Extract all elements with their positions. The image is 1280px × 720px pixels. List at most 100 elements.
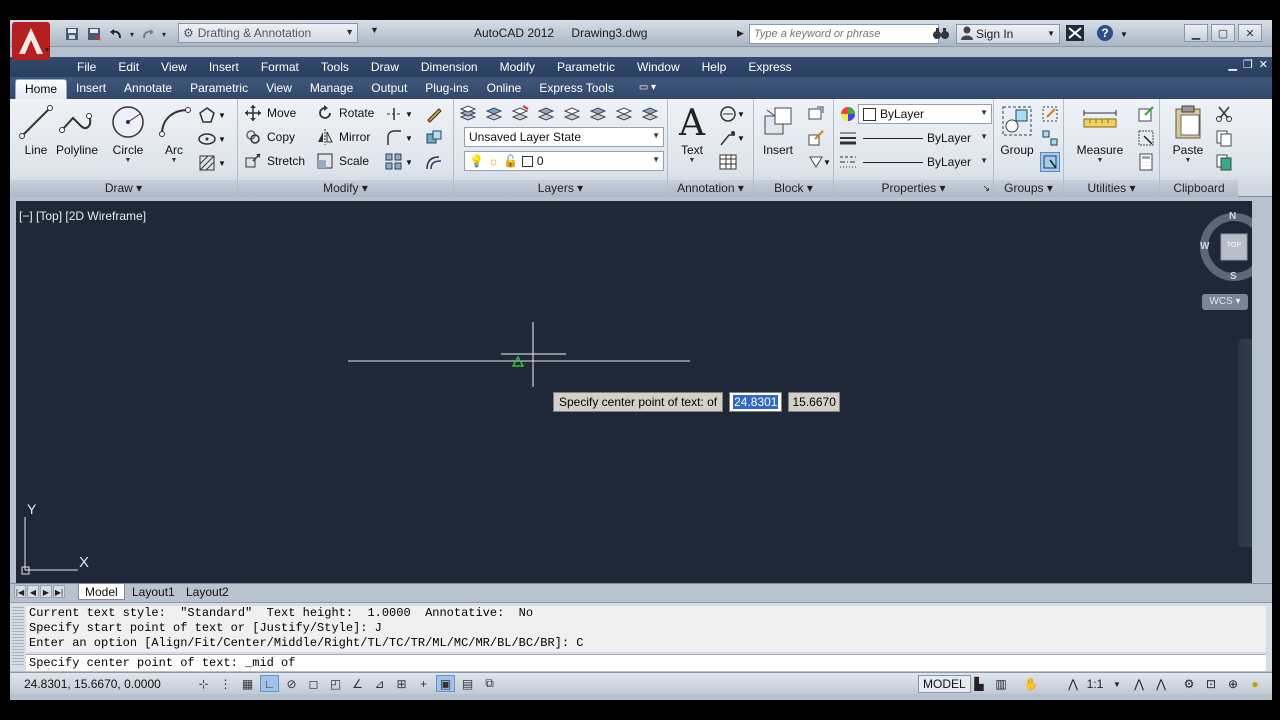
panel-launcher-icon[interactable]: ↘ [982, 180, 990, 197]
menu-insert[interactable]: Insert [198, 59, 250, 75]
layer-isolate-icon[interactable] [588, 104, 608, 124]
search-expand-icon[interactable]: ▶ [737, 28, 749, 39]
tab-layout2[interactable]: Layout2 [180, 584, 235, 600]
chevron-down-icon[interactable]: ▼ [404, 152, 414, 172]
calculator-icon[interactable] [1136, 152, 1156, 172]
navigation-bar[interactable] [1238, 339, 1252, 547]
tab-manage[interactable]: Manage [301, 79, 362, 99]
move-button[interactable]: Move [244, 102, 296, 124]
rotate-button[interactable]: Rotate [316, 102, 374, 124]
tab-insert[interactable]: Insert [67, 79, 115, 99]
explode-icon[interactable] [424, 128, 444, 148]
next-layout-icon[interactable]: ▶ [40, 585, 52, 598]
grid-display-icon[interactable]: ▦ [238, 675, 257, 692]
command-input[interactable]: Specify center point of text: _mid of [26, 654, 1266, 671]
chevron-down-icon[interactable]: ▼ [217, 129, 227, 149]
menu-draw[interactable]: Draw [360, 59, 410, 75]
scale-button[interactable]: Scale [316, 150, 369, 172]
dynamic-input-icon[interactable]: ⊞ [392, 675, 411, 692]
lineweight-icon[interactable] [838, 128, 858, 148]
object-snap-icon[interactable]: ◻ [304, 675, 323, 692]
tab-output[interactable]: Output [362, 79, 416, 99]
y-coordinate-field[interactable]: 15.6670 [788, 392, 840, 412]
mirror-button[interactable]: Mirror [316, 126, 370, 148]
quick-view-drawings-icon[interactable]: ▥ [992, 675, 1010, 693]
layer-state-select[interactable]: Unsaved Layer State ▼ [464, 127, 664, 147]
layer-unisolate-icon[interactable] [640, 104, 660, 124]
selection-cycling-icon[interactable]: ⧉ [480, 675, 499, 692]
layer-off-icon[interactable] [614, 104, 634, 124]
block-panel-title[interactable]: Block ▾ [754, 180, 833, 197]
toolbar-lock-icon[interactable]: ⊡ [1202, 675, 1220, 693]
menu-tools[interactable]: Tools [310, 59, 360, 75]
polyline-button[interactable]: Polyline [52, 103, 102, 157]
lineweight-select[interactable]: ByLayer ▼ [858, 128, 992, 148]
menu-edit[interactable]: Edit [107, 59, 150, 75]
lineweight-toggle-icon[interactable]: + [414, 675, 433, 692]
chevron-down-icon[interactable]: ▼ [822, 152, 832, 172]
compass-west[interactable]: W [1200, 241, 1209, 252]
erase-icon[interactable] [424, 104, 444, 124]
group-edit-icon[interactable] [1040, 128, 1060, 148]
menu-express[interactable]: Express [737, 59, 802, 75]
undo-icon[interactable] [106, 25, 126, 43]
select-all-icon[interactable] [1136, 128, 1156, 148]
chevron-down-icon[interactable]: ▼ [217, 105, 227, 125]
properties-panel-title[interactable]: Properties ▾ ↘ [834, 180, 993, 197]
menu-help[interactable]: Help [691, 59, 738, 75]
fillet-icon[interactable] [384, 128, 404, 148]
trim-icon[interactable] [384, 104, 404, 124]
layer-previous-icon[interactable] [562, 104, 582, 124]
pan-icon[interactable]: ✋ [1022, 675, 1040, 693]
tab-annotate[interactable]: Annotate [115, 79, 181, 99]
layer-state-icon[interactable] [484, 104, 504, 124]
cut-icon[interactable] [1214, 104, 1234, 124]
3d-object-snap-icon[interactable]: ◰ [326, 675, 345, 692]
paste-button[interactable]: Paste ▼ [1164, 103, 1212, 164]
transparency-icon[interactable]: ▣ [436, 675, 455, 692]
qat-customize-icon[interactable]: ▼ [370, 25, 379, 35]
color-select[interactable]: ByLayer ▼ [858, 104, 992, 124]
copy-with-basepoint-icon[interactable] [1214, 152, 1234, 172]
chevron-down-icon[interactable]: ▼ [217, 153, 227, 173]
quick-view-layouts-icon[interactable]: ▙ [970, 675, 988, 693]
layers-panel-title[interactable]: Layers ▾ [454, 180, 667, 197]
isolate-objects-icon[interactable]: ● [1246, 675, 1264, 693]
last-layout-icon[interactable]: ▶| [53, 585, 65, 598]
polygon-icon[interactable] [197, 105, 217, 125]
insert-block-button[interactable]: Insert [754, 103, 802, 157]
wcs-menu[interactable]: WCS ▾ [1202, 294, 1248, 310]
tab-home[interactable]: Home [15, 79, 68, 99]
polar-tracking-icon[interactable]: ⊘ [282, 675, 301, 692]
model-space-button[interactable]: MODEL [918, 675, 971, 693]
infer-constraints-icon[interactable]: ⊹ [194, 675, 213, 692]
copy-button[interactable]: Copy [244, 126, 295, 148]
modify-panel-title[interactable]: Modify ▾ [238, 180, 453, 197]
circle-button[interactable]: Circle ▼ [104, 103, 152, 164]
workspace-select[interactable]: ⚙ Drafting & Annotation ▼ [178, 23, 358, 43]
arc-button[interactable]: Arc ▼ [150, 103, 198, 164]
minimize-icon[interactable]: ▁ [1184, 24, 1208, 42]
array-icon[interactable] [384, 152, 404, 172]
tab-model[interactable]: Model [78, 584, 125, 600]
x-coordinate-field[interactable]: 24.8301 [729, 392, 783, 412]
tab-layout1[interactable]: Layout1 [126, 584, 181, 600]
utilities-panel-title[interactable]: Utilities ▾ [1064, 180, 1159, 197]
compass-south[interactable]: S [1230, 271, 1237, 282]
command-line-grip[interactable] [12, 607, 24, 667]
measure-button[interactable]: Measure ▼ [1070, 103, 1130, 164]
auto-scale-icon[interactable]: ⋀ [1152, 675, 1170, 693]
binoculars-icon[interactable] [932, 26, 950, 43]
linetype-icon[interactable] [838, 152, 858, 172]
layer-properties-icon[interactable] [458, 104, 478, 124]
chevron-down-icon[interactable]: ▼ [404, 104, 414, 124]
menu-file[interactable]: File [66, 59, 107, 75]
coordinate-display[interactable]: 24.8301, 15.6670, 0.0000 [24, 677, 161, 691]
edit-block-icon[interactable] [806, 128, 826, 148]
drawing-close-icon[interactable]: ✕ [1259, 58, 1268, 71]
quick-select-icon[interactable] [1136, 104, 1156, 124]
redo-dropdown-icon[interactable]: ▾ [160, 25, 168, 43]
ribbon-minimize-icon[interactable]: ▭ ▾ [639, 79, 656, 99]
clipboard-panel-title[interactable]: Clipboard [1160, 180, 1238, 197]
undo-dropdown-icon[interactable]: ▾ [128, 25, 136, 43]
